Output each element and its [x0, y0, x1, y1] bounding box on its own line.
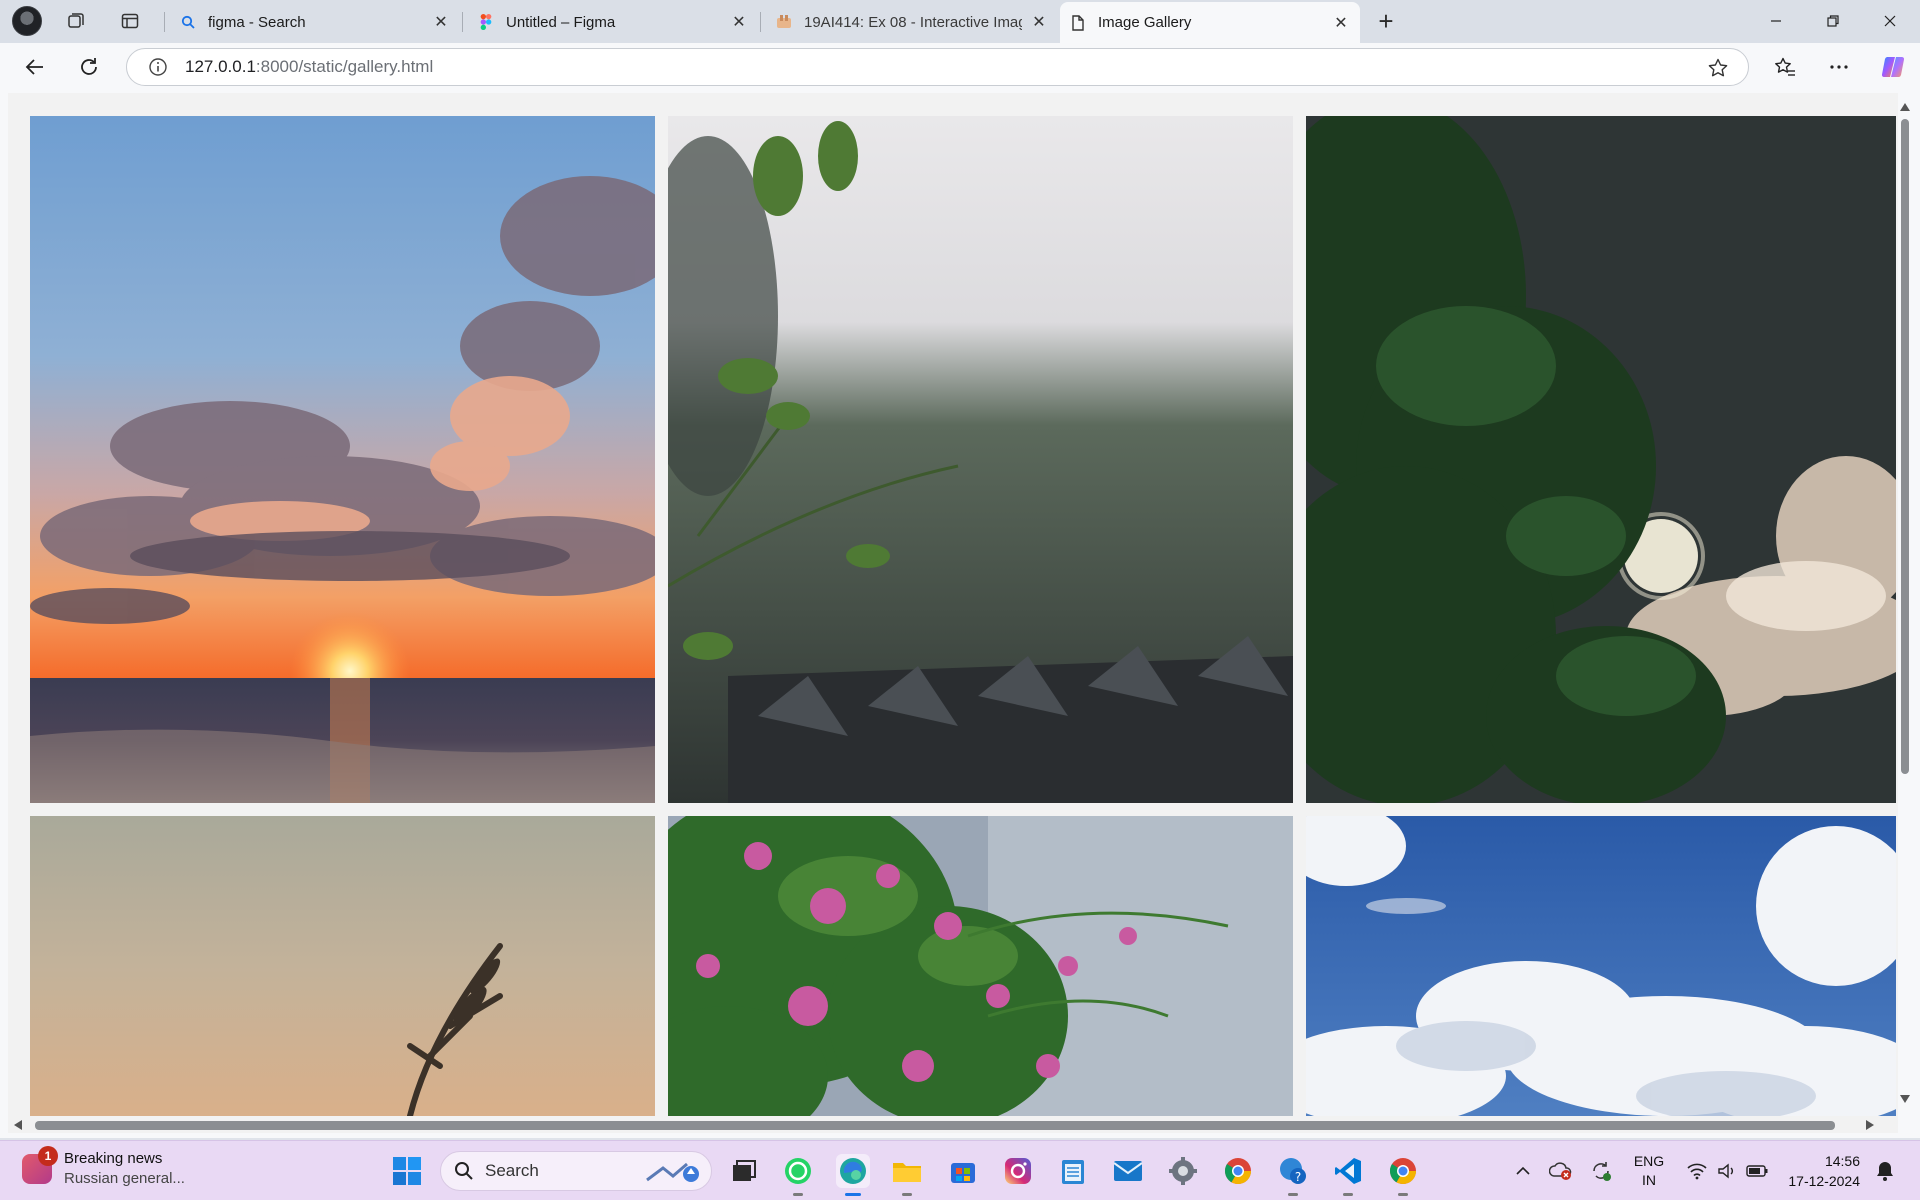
taskbar-search[interactable]: Search [440, 1151, 712, 1191]
tab-figma-search[interactable]: figma - Search ✕ [170, 4, 460, 40]
page-favicon [776, 14, 792, 30]
vertical-scroll-thumb[interactable] [1901, 119, 1909, 774]
scroll-left-icon[interactable] [14, 1120, 22, 1130]
search-highlight-icon [646, 1162, 699, 1182]
horizontal-scrollbar[interactable] [10, 1118, 1890, 1132]
close-tab-icon[interactable]: ✕ [432, 13, 450, 31]
news-subtitle: Russian general... [64, 1170, 185, 1187]
document-icon [1070, 14, 1086, 31]
tab-title: Image Gallery [1098, 14, 1192, 31]
favorites-icon[interactable] [1768, 51, 1802, 83]
url-path: :8000/static/gallery.html [255, 57, 434, 76]
clock-date: 17-12-2024 [1788, 1173, 1860, 1189]
help-icon[interactable]: ? [1276, 1154, 1310, 1196]
onedrive-error-icon[interactable] [1546, 1141, 1576, 1200]
chrome-icon[interactable] [1221, 1154, 1255, 1188]
volume-icon[interactable] [1712, 1141, 1742, 1200]
search-label: Search [485, 1161, 539, 1180]
tab-ex08[interactable]: 19AI414: Ex 08 - Interactive Image ✕ [766, 4, 1058, 40]
scroll-down-icon[interactable] [1900, 1095, 1910, 1103]
gallery-image-moon[interactable] [1306, 116, 1896, 803]
refresh-icon[interactable] [72, 51, 106, 83]
search-icon [453, 1160, 475, 1182]
chrome-profile-icon[interactable] [1386, 1154, 1420, 1196]
horizontal-scroll-thumb[interactable] [35, 1121, 1835, 1130]
clock[interactable]: 14:56 17-12-2024 [1788, 1151, 1860, 1191]
wifi-icon[interactable] [1682, 1141, 1712, 1200]
svg-text:?: ? [1295, 1170, 1301, 1184]
vertical-scrollbar[interactable] [1898, 99, 1912, 1103]
instagram-icon[interactable] [1001, 1154, 1035, 1188]
edge-icon[interactable] [836, 1154, 870, 1196]
scroll-up-icon[interactable] [1900, 103, 1910, 111]
lang-line1: ENG [1633, 1153, 1665, 1169]
close-tab-icon[interactable]: ✕ [730, 13, 748, 31]
copilot-icon[interactable] [1876, 51, 1910, 83]
news-badge: 1 [38, 1146, 58, 1166]
tab-image-gallery[interactable]: Image Gallery ✕ [1060, 2, 1360, 43]
tab-figma-untitled[interactable]: Untitled – Figma ✕ [468, 4, 758, 40]
news-widget[interactable]: 1 Breaking news Russian general... [22, 1146, 185, 1189]
news-title: Breaking news [64, 1150, 163, 1167]
browser-toolbar: 127.0.0.1:8000/static/gallery.html [0, 43, 1920, 91]
gallery-image-sunset[interactable] [30, 116, 655, 803]
file-explorer-icon[interactable] [890, 1154, 924, 1196]
news-icon: 1 [22, 1146, 58, 1184]
taskbar: 1 Breaking news Russian general... Searc… [0, 1140, 1920, 1200]
site-info-icon[interactable] [147, 56, 169, 78]
tab-title: 19AI414: Ex 08 - Interactive Image [804, 13, 1022, 31]
more-options-icon[interactable] [1822, 51, 1856, 83]
url-host: 127.0.0.1 [185, 57, 256, 76]
start-icon[interactable] [390, 1154, 424, 1188]
show-hidden-icons[interactable] [1508, 1141, 1538, 1200]
gallery-image-grass[interactable] [30, 816, 655, 1116]
sync-icon[interactable] [1586, 1141, 1616, 1200]
workspaces-icon[interactable] [62, 8, 90, 34]
address-bar[interactable]: 127.0.0.1:8000/static/gallery.html [126, 48, 1749, 86]
notifications-bell-icon[interactable] [1870, 1141, 1900, 1200]
language-indicator[interactable]: ENG IN [1626, 1141, 1672, 1200]
page-viewport [0, 91, 1920, 1138]
gallery-image-flowers[interactable] [668, 816, 1293, 1116]
close-tab-icon[interactable]: ✕ [1332, 14, 1350, 32]
profile-avatar[interactable] [12, 6, 42, 36]
task-view-icon[interactable] [727, 1154, 761, 1188]
minimize-icon[interactable] [1748, 0, 1804, 42]
settings-icon[interactable] [1166, 1154, 1200, 1188]
gallery-page [8, 93, 1898, 1133]
back-icon[interactable] [18, 51, 52, 83]
tab-strip: figma - Search ✕ Untitled – Figma ✕ 19AI… [0, 0, 1920, 43]
battery-icon[interactable] [1742, 1141, 1772, 1200]
search-icon [180, 14, 196, 30]
gallery-image-rain[interactable] [668, 116, 1293, 803]
store-icon[interactable] [946, 1154, 980, 1188]
new-tab-button[interactable]: + [1372, 6, 1400, 36]
url-text: 127.0.0.1:8000/static/gallery.html [185, 57, 433, 77]
vscode-icon[interactable] [1331, 1154, 1365, 1196]
lang-line2: IN [1642, 1172, 1656, 1188]
gallery-image-sky[interactable] [1306, 816, 1896, 1116]
tab-title: Untitled – Figma [506, 13, 616, 31]
figma-icon [478, 14, 494, 30]
vertical-tabs-icon[interactable] [116, 8, 144, 34]
close-tab-icon[interactable]: ✕ [1030, 13, 1048, 31]
notepad-icon[interactable] [1056, 1154, 1090, 1188]
favorite-star-icon[interactable] [1706, 56, 1730, 80]
scroll-right-icon[interactable] [1866, 1120, 1874, 1130]
clock-time: 14:56 [1824, 1153, 1860, 1169]
mail-icon[interactable] [1111, 1154, 1145, 1188]
whatsapp-icon[interactable] [781, 1154, 815, 1196]
tab-title: figma - Search [208, 13, 306, 31]
close-window-icon[interactable] [1862, 0, 1918, 42]
restore-icon[interactable] [1805, 0, 1861, 42]
